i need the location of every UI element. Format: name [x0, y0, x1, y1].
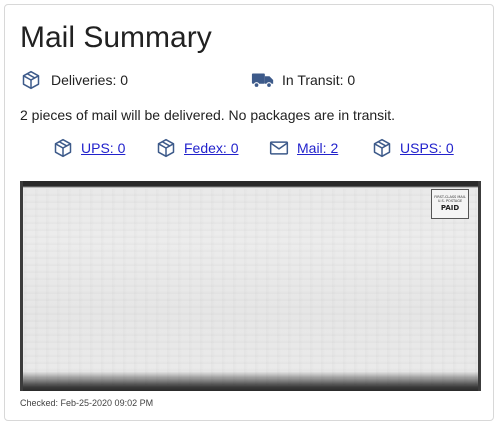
mail-piece-image: FIRST-CLASS MAIL U.S. POSTAGE PAID: [20, 181, 481, 391]
summary-text: 2 pieces of mail will be delivered. No p…: [20, 107, 396, 123]
carrier-mail[interactable]: Mail: 2: [269, 137, 338, 159]
postage-paid: PAID: [440, 204, 460, 212]
checked-timestamp: Checked: Feb-25-2020 09:02 PM: [20, 398, 154, 408]
carrier-links: UPS: 0 Fedex: 0 Mail: 2 USPS: 0: [5, 137, 495, 159]
mail-link[interactable]: Mail: 2: [297, 140, 338, 156]
envelope-texture: [24, 189, 477, 385]
envelope-icon: [269, 138, 289, 158]
ups-link[interactable]: UPS: 0: [81, 140, 125, 156]
carrier-usps[interactable]: USPS: 0: [372, 137, 454, 159]
in-transit-label: In Transit: 0: [282, 72, 356, 88]
deliveries-stat: Deliveries: 0: [20, 69, 128, 91]
package-icon: [372, 138, 392, 158]
truck-icon: [251, 70, 274, 90]
postage-line: U.S. POSTAGE: [437, 199, 463, 203]
postage-indicia: FIRST-CLASS MAIL U.S. POSTAGE PAID: [431, 189, 469, 219]
carrier-ups[interactable]: UPS: 0: [53, 137, 125, 159]
usps-link[interactable]: USPS: 0: [400, 140, 454, 156]
package-icon: [156, 138, 176, 158]
package-icon: [20, 70, 42, 90]
card-title: Mail Summary: [20, 21, 212, 54]
fedex-link[interactable]: Fedex: 0: [184, 140, 238, 156]
mail-summary-card: Mail Summary Deliveries: 0 In Transit: 0…: [4, 4, 494, 421]
package-icon: [53, 138, 73, 158]
image-edge: [20, 181, 23, 391]
carrier-fedex[interactable]: Fedex: 0: [156, 137, 238, 159]
image-edge: [478, 181, 481, 391]
in-transit-stat: In Transit: 0: [251, 69, 355, 91]
deliveries-label: Deliveries: 0: [51, 72, 129, 88]
